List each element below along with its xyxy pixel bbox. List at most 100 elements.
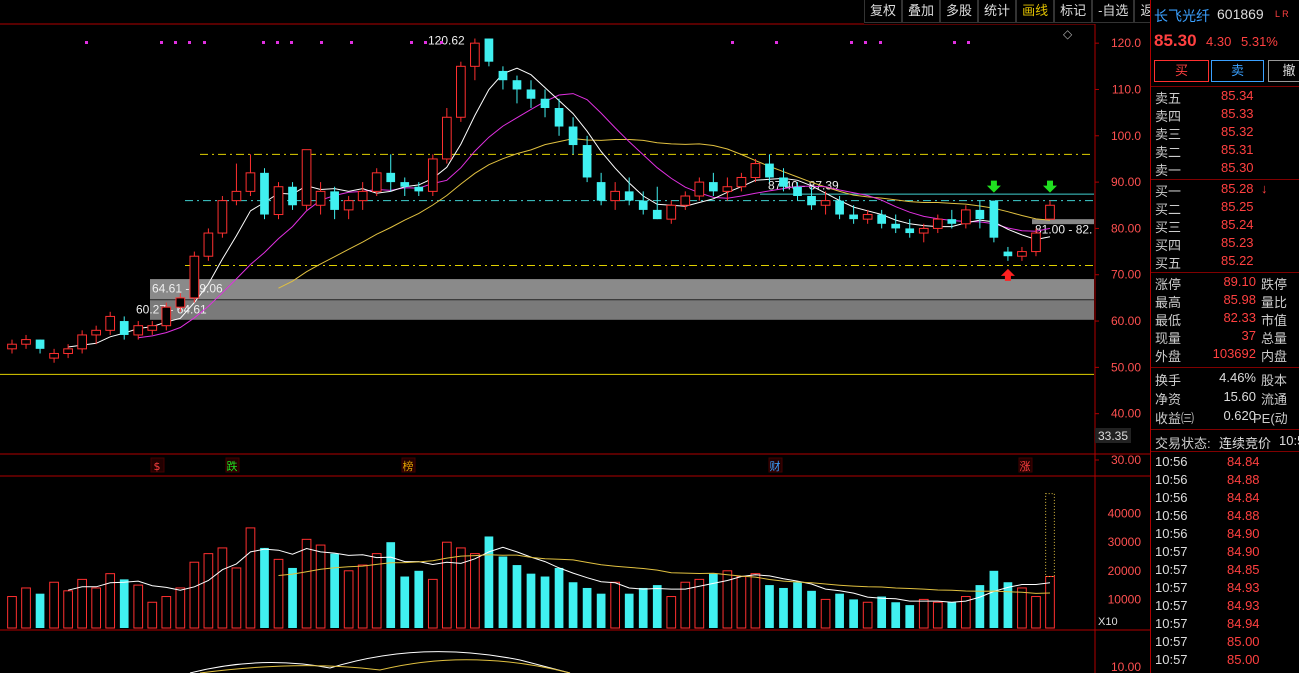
volume-bar-up — [750, 573, 761, 629]
buy-button[interactable]: 买 — [1154, 60, 1209, 82]
ask-row[interactable]: 卖三 85.32 — [1151, 124, 1299, 142]
ask-row[interactable]: 卖一 85.30 — [1151, 160, 1299, 178]
tick-row: 10:57 84.93 — [1151, 598, 1299, 616]
volume-bar-down — [624, 593, 634, 628]
candle-body-down — [260, 172, 269, 215]
stock-name[interactable]: 长飞光纤 — [1154, 6, 1210, 26]
toolbar-stats-button[interactable]: 统计 — [978, 0, 1017, 23]
candle-body-up — [456, 65, 466, 118]
bid-row[interactable]: 买三 85.24 — [1151, 217, 1299, 235]
candle-body-up — [722, 186, 733, 192]
event-marker: 财 — [770, 459, 781, 473]
quote-panel: 长飞光纤 601869 L R 85.30 4.30 5.31% 买 卖 撤 卖… — [1150, 0, 1299, 673]
volume-bar-up — [133, 584, 144, 629]
volume-bar-up — [147, 601, 158, 629]
volume-bar-down — [638, 587, 648, 628]
candle-body-up — [470, 42, 480, 67]
signal-dot — [203, 41, 206, 44]
price-change-pct: 5.31% — [1241, 34, 1278, 49]
chart-toolbar: 复权 叠加 多股 统计 画线 标记 -自选 返回 — [864, 0, 1173, 24]
volume-bar-up — [245, 527, 256, 629]
ask-row[interactable]: 卖五 85.34 — [1151, 88, 1299, 106]
volume-bar-up — [736, 576, 747, 629]
down-arrow-icon — [1043, 180, 1057, 193]
stat-row: 换手 4.46% 股本 — [1155, 370, 1288, 388]
volume-bar-up — [610, 581, 621, 629]
candle-body-up — [357, 190, 368, 202]
signal-dot — [174, 41, 177, 44]
candle-body-down — [35, 339, 45, 349]
cancel-order-button[interactable]: 撤 — [1268, 60, 1299, 82]
volume-bar-down — [947, 602, 957, 628]
price-axis-label: 90.00 — [1111, 175, 1141, 189]
volume-bar-up — [189, 561, 200, 629]
volume-bar-down — [119, 579, 129, 628]
volume-bar-up — [203, 553, 214, 629]
event-marker: 跌 — [227, 459, 238, 473]
stat-row: 最低 82.33 市值 — [1155, 310, 1288, 328]
volume-bar-up — [343, 570, 354, 629]
price-axis-label: 100.0 — [1111, 129, 1141, 143]
signal-dot — [160, 41, 163, 44]
tick-time: 10:57 — [1155, 562, 1188, 577]
candle-body-up — [932, 218, 943, 229]
toolbar-restore-right-button[interactable]: 复权 — [864, 0, 903, 23]
volume-axis-label: 40000 — [1108, 507, 1142, 521]
volume-bar-down — [498, 556, 508, 628]
tick-time: 10:56 — [1155, 508, 1188, 523]
sell-button[interactable]: 卖 — [1211, 60, 1264, 82]
signal-dot — [850, 41, 853, 44]
price-axis-label: 70.00 — [1111, 268, 1141, 282]
down-arrow-icon — [986, 180, 1001, 193]
candle-body-down — [835, 200, 844, 215]
kline-chart-svg[interactable]: 120.0 110.0 100.0 90.00 80.00 70.00 60.00 50.00… — [0, 0, 1150, 673]
signal-dot — [967, 41, 970, 44]
bid-row[interactable]: 买二 85.25 — [1151, 199, 1299, 217]
volume-bar-down — [512, 565, 522, 628]
price-axis-label: 40.00 — [1111, 407, 1141, 421]
candle-body-up — [343, 200, 354, 211]
toolbar-draw-line-button[interactable]: 画线 — [1016, 0, 1055, 23]
toolbar-overlay-button[interactable]: 叠加 — [902, 0, 941, 23]
tick-time: 10:57 — [1155, 598, 1188, 613]
volume-bar-down — [835, 593, 844, 628]
diamond-icon: ◇ — [1063, 27, 1073, 41]
bid-row[interactable]: 买五 85.22 — [1151, 253, 1299, 271]
candle-body-down — [330, 191, 339, 210]
candle-body-up — [161, 306, 172, 327]
bid-row[interactable]: 买四 85.23 — [1151, 235, 1299, 253]
candle-body-down — [624, 191, 634, 201]
price-axis-label: 110.0 — [1112, 82, 1141, 96]
toolbar-mark-button[interactable]: 标记 — [1054, 0, 1093, 23]
bid-row[interactable]: 买一 85.28 ↓ — [1151, 181, 1299, 199]
volume-bar-down — [554, 567, 564, 628]
volume-bar-up — [175, 587, 186, 629]
volume-bar-down — [779, 587, 788, 628]
volume-bar-down — [288, 567, 297, 628]
volume-bar-up — [470, 553, 480, 629]
toolbar-multi-stock-button[interactable]: 多股 — [940, 0, 979, 23]
kline-chart[interactable]: 120.0 110.0 100.0 90.00 80.00 70.00 60.00 50.00… — [0, 0, 1150, 673]
volume-bar-down — [652, 585, 662, 628]
volume-bar-down — [793, 582, 802, 628]
signal-dot — [953, 41, 956, 44]
volume-bar-up — [231, 567, 242, 629]
zone-price-label: 87.40 - 87.39 — [768, 179, 839, 193]
event-marker: 榜 — [403, 459, 414, 473]
tick-time: 10:57 — [1155, 580, 1188, 595]
candle-body-down — [386, 172, 396, 183]
volume-bar-up — [63, 590, 73, 629]
current-price: 85.30 — [1154, 31, 1197, 50]
ask-row[interactable]: 卖四 85.33 — [1151, 106, 1299, 124]
candle-body-down — [947, 219, 957, 224]
volume-bar-down — [765, 585, 774, 628]
signal-dot — [350, 41, 353, 44]
ask-row[interactable]: 卖二 85.31 — [1151, 142, 1299, 160]
toolbar-remove-watchlist-button[interactable]: -自选 — [1092, 0, 1135, 23]
price-axis-label: 60.00 — [1111, 314, 1141, 328]
candle-body-up — [750, 163, 761, 178]
candle-body-down — [849, 214, 858, 220]
down-arrow-icon: ↓ — [1261, 181, 1268, 196]
volume-bar-down — [807, 590, 816, 628]
candle-body-up — [315, 190, 326, 206]
